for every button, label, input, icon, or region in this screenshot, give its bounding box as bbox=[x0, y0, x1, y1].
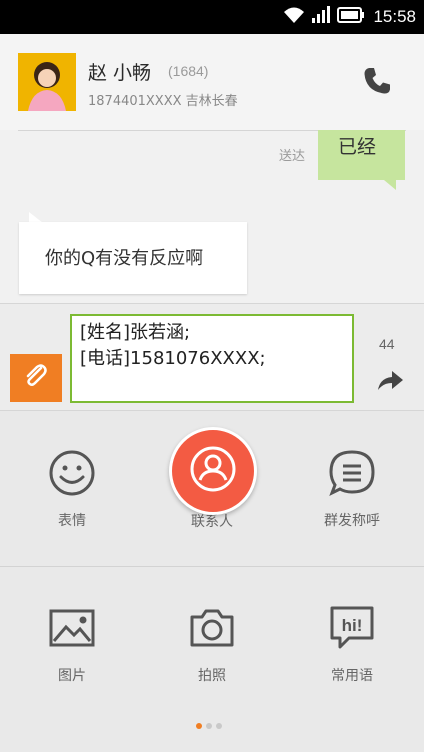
contact-fab[interactable] bbox=[169, 427, 257, 515]
outgoing-bubble-tail bbox=[384, 180, 396, 190]
page-dot[interactable] bbox=[196, 723, 202, 729]
send-arrow-icon bbox=[374, 371, 406, 400]
image-label: 图片 bbox=[58, 668, 86, 684]
battery-icon bbox=[337, 7, 365, 27]
contact-header: 赵 小畅 (1684) 1874401XXXX 吉林长春 bbox=[0, 34, 424, 130]
call-button[interactable] bbox=[362, 66, 392, 96]
signal-icon bbox=[311, 6, 331, 28]
attachment-panel: 表情 联系人 群发称呼 图片 拍照 hi! 常用语 bbox=[0, 411, 424, 752]
hi-bubble-icon: hi! bbox=[327, 603, 377, 653]
smiley-icon bbox=[47, 448, 97, 498]
char-count: 44 bbox=[379, 336, 395, 352]
camera-icon bbox=[187, 603, 237, 653]
contact-phone-location: 1874401XXXX 吉林长春 bbox=[88, 94, 238, 109]
group-message-button[interactable]: 群发称呼 bbox=[297, 448, 407, 530]
emoji-label: 表情 bbox=[58, 513, 86, 529]
avatar[interactable] bbox=[18, 53, 76, 111]
emoji-button[interactable]: 表情 bbox=[17, 448, 127, 530]
status-icons: 15:58 bbox=[283, 6, 416, 28]
phrases-button[interactable]: hi! 常用语 bbox=[297, 603, 407, 685]
image-icon bbox=[47, 603, 97, 653]
phrases-label: 常用语 bbox=[331, 668, 373, 684]
image-button[interactable]: 图片 bbox=[17, 603, 127, 685]
paperclip-icon bbox=[22, 362, 50, 394]
page-dot[interactable] bbox=[206, 723, 212, 729]
svg-text:hi!: hi! bbox=[342, 616, 363, 635]
compose-bar: [姓名]张若涵; [电话]1581076XXXX; 44 bbox=[0, 303, 424, 411]
incoming-message[interactable]: 你的Q有没有反应啊 bbox=[19, 222, 247, 294]
camera-button[interactable]: 拍照 bbox=[157, 603, 267, 685]
message-count: (1684) bbox=[168, 63, 209, 79]
outgoing-message[interactable]: 已经 bbox=[318, 130, 405, 180]
attach-button[interactable] bbox=[10, 354, 62, 402]
page-indicator bbox=[196, 723, 222, 729]
delivery-status: 送达 bbox=[279, 149, 306, 164]
message-input[interactable]: [姓名]张若涵; [电话]1581076XXXX; bbox=[70, 314, 354, 403]
status-time: 15:58 bbox=[373, 7, 416, 26]
send-button[interactable] bbox=[374, 364, 406, 396]
panel-divider bbox=[0, 566, 424, 567]
group-message-icon bbox=[327, 448, 377, 498]
phone-icon bbox=[362, 68, 392, 100]
wifi-icon bbox=[283, 6, 305, 28]
contact-icon bbox=[188, 444, 238, 498]
group-message-label: 群发称呼 bbox=[324, 513, 380, 529]
page-dot[interactable] bbox=[216, 723, 222, 729]
status-bar: 15:58 bbox=[0, 0, 424, 34]
contact-name: 赵 小畅 bbox=[88, 62, 152, 84]
camera-label: 拍照 bbox=[198, 668, 226, 684]
chat-area[interactable]: 送达 已经 你的Q有没有反应啊 bbox=[0, 130, 424, 303]
